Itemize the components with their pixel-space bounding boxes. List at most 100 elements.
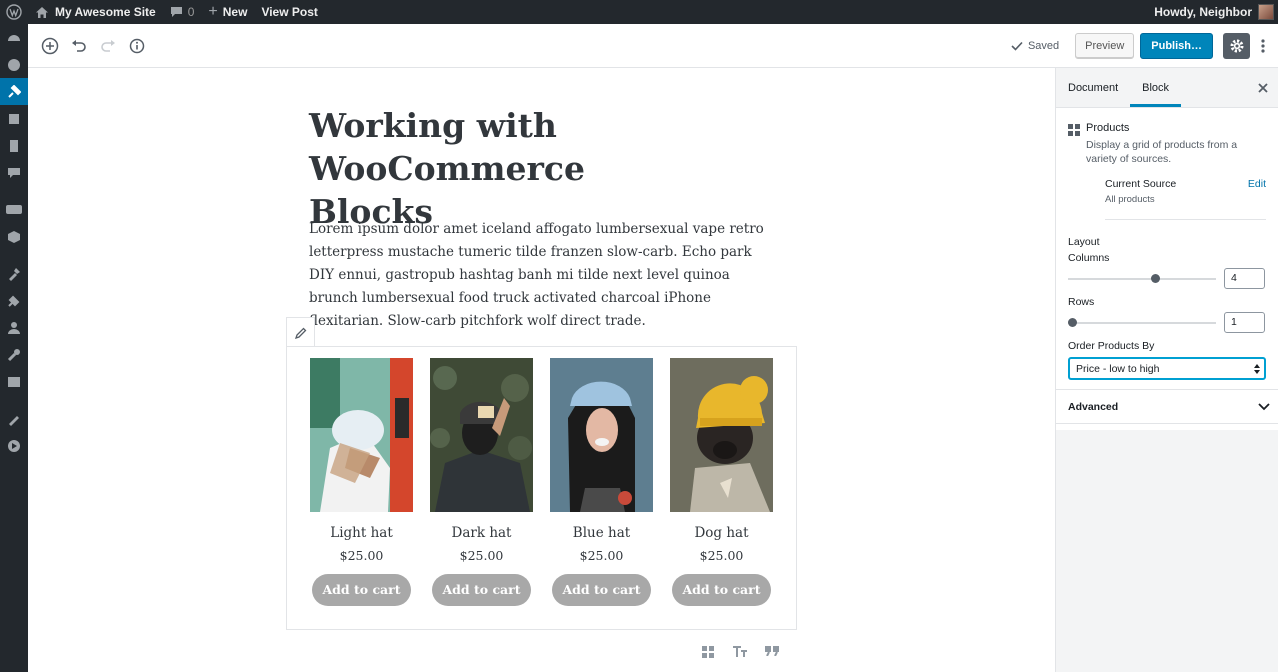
edit-source-link[interactable]: Edit — [1248, 178, 1266, 190]
product-image-dog-hat[interactable] — [670, 358, 773, 512]
heading-block-icon[interactable] — [724, 646, 756, 658]
columns-control: 4 — [1068, 268, 1266, 289]
product-item: Dog hat $25.00 Add to cart — [670, 358, 773, 606]
current-source: Current Source Edit — [1105, 178, 1266, 190]
menu-separator-3 — [0, 395, 28, 405]
appearance-icon[interactable] — [0, 260, 28, 287]
product-image-light-hat[interactable] — [310, 358, 413, 512]
product-price: $25.00 — [459, 548, 504, 563]
product-name[interactable]: Blue hat — [550, 522, 653, 545]
wordpress-logo-icon[interactable] — [0, 0, 28, 24]
columns-label: Columns — [1068, 252, 1110, 264]
users-icon[interactable] — [0, 314, 28, 341]
add-to-cart-button[interactable]: Add to cart — [672, 574, 771, 606]
dashboard-icon[interactable] — [0, 24, 28, 51]
product-item: Light hat $25.00 Add to cart — [310, 358, 413, 606]
site-name: My Awesome Site — [55, 5, 156, 19]
collapse-menu-icon[interactable] — [0, 432, 28, 459]
redo-icon[interactable] — [94, 32, 122, 60]
product-item: Blue hat $25.00 Add to cart — [550, 358, 653, 606]
comments-link[interactable]: 0 — [163, 0, 202, 24]
columns-slider[interactable] — [1068, 273, 1216, 283]
comments-menu-icon[interactable] — [0, 159, 28, 186]
rows-input[interactable]: 1 — [1224, 312, 1265, 333]
new-content-link[interactable]: + New — [201, 0, 254, 24]
saved-label: Saved — [1027, 39, 1060, 52]
grid-block-icon[interactable] — [692, 646, 724, 658]
preview-button[interactable]: Preview — [1075, 32, 1135, 59]
columns-input[interactable]: 4 — [1224, 268, 1265, 289]
tools-icon[interactable] — [0, 341, 28, 368]
add-block-icon[interactable] — [36, 32, 64, 60]
advanced-panel-toggle[interactable]: Advanced — [1056, 389, 1278, 424]
block-card: Products Display a grid of products from… — [1068, 108, 1266, 166]
post-title[interactable]: Working with WooCommerce Blocks — [309, 104, 799, 233]
plus-icon: + — [208, 3, 218, 20]
inserter-shortcuts — [692, 646, 788, 658]
product-image-dark-hat[interactable] — [430, 358, 533, 512]
gear-icon — [1230, 39, 1243, 52]
view-post-link[interactable]: View Post — [254, 0, 324, 24]
check-icon — [1011, 41, 1023, 51]
menu-separator — [0, 186, 28, 196]
close-icon[interactable] — [1258, 80, 1268, 98]
saved-status: Saved — [1011, 40, 1059, 52]
more-options-icon[interactable] — [1254, 33, 1272, 59]
tab-block[interactable]: Block — [1130, 68, 1182, 107]
custom-icon[interactable] — [0, 405, 28, 432]
editor-header: Saved Preview Publish… — [28, 24, 1278, 68]
posts-icon[interactable] — [0, 78, 28, 105]
media-icon[interactable] — [0, 105, 28, 132]
rows-slider-thumb[interactable] — [1068, 317, 1077, 327]
editor-canvas: Working with WooCommerce Blocks Lorem ip… — [28, 68, 1055, 672]
home-icon — [36, 6, 48, 18]
comments-count: 0 — [187, 5, 195, 19]
products-block[interactable]: Light hat $25.00 Add to cart Dark hat $2… — [286, 346, 797, 630]
order-select[interactable]: Price - low to high — [1068, 357, 1266, 380]
order-label: Order Products By — [1068, 340, 1155, 352]
block-name: Products — [1086, 122, 1130, 134]
settings-menu-icon[interactable] — [0, 368, 28, 395]
product-image-blue-hat[interactable] — [550, 358, 653, 512]
plugins-icon[interactable] — [0, 287, 28, 314]
tab-document[interactable]: Document — [1056, 68, 1130, 107]
select-arrows-icon — [1254, 363, 1260, 374]
order-select-value: Price - low to high — [1076, 362, 1160, 375]
product-price: $25.00 — [699, 548, 744, 563]
site-name-link[interactable]: My Awesome Site — [28, 0, 163, 24]
comment-icon — [170, 7, 182, 17]
jetpack-icon[interactable] — [0, 51, 28, 78]
admin-bar: My Awesome Site 0 + New View Post Howdy,… — [0, 0, 1278, 24]
product-item: Dark hat $25.00 Add to cart — [430, 358, 533, 606]
woocommerce-icon[interactable] — [0, 196, 28, 223]
menu-separator-2 — [0, 250, 28, 260]
rows-slider[interactable] — [1068, 317, 1216, 327]
new-label: New — [222, 5, 248, 19]
edit-block-pencil-icon[interactable] — [286, 317, 315, 347]
info-icon[interactable] — [123, 32, 151, 60]
quote-block-icon[interactable] — [756, 646, 788, 658]
add-to-cart-button[interactable]: Add to cart — [552, 574, 651, 606]
current-source-value: All products — [1105, 194, 1266, 220]
undo-icon[interactable] — [65, 32, 93, 60]
rows-control: 1 — [1068, 312, 1266, 333]
settings-sidebar: Document Block Products Display a grid o… — [1055, 68, 1278, 672]
product-name[interactable]: Dog hat — [670, 522, 773, 545]
admin-menu — [0, 24, 28, 672]
settings-button[interactable] — [1223, 32, 1250, 59]
products-menu-icon[interactable] — [0, 223, 28, 250]
product-name[interactable]: Dark hat — [430, 522, 533, 545]
publish-button[interactable]: Publish… — [1140, 32, 1213, 59]
paragraph-block[interactable]: Lorem ipsum dolor amet iceland affogato … — [309, 218, 779, 333]
columns-slider-thumb[interactable] — [1151, 273, 1161, 283]
pages-icon[interactable] — [0, 132, 28, 159]
sidebar-tabs: Document Block — [1056, 68, 1278, 108]
add-to-cart-button[interactable]: Add to cart — [312, 574, 411, 606]
product-name[interactable]: Light hat — [310, 522, 413, 545]
account-menu[interactable]: Howdy, Neighbor — [1147, 0, 1278, 24]
avatar — [1258, 4, 1274, 20]
product-price: $25.00 — [339, 548, 384, 563]
grid-icon — [1068, 122, 1086, 166]
add-to-cart-button[interactable]: Add to cart — [432, 574, 531, 606]
rows-label: Rows — [1068, 296, 1095, 308]
